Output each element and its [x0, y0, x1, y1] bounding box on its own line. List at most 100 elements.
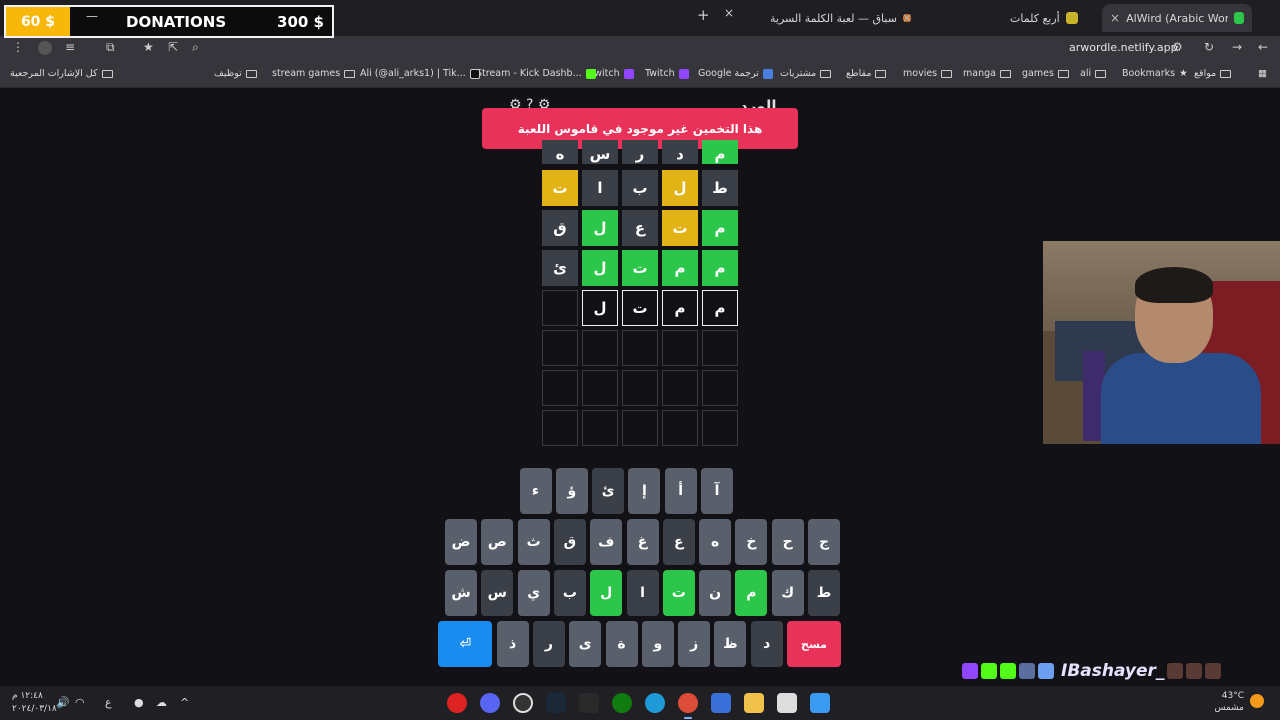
obs-icon[interactable]: [513, 693, 533, 713]
key-button[interactable]: ؤ: [555, 468, 588, 514]
wifi-icon[interactable]: ◠: [75, 696, 85, 709]
bookmark-item[interactable]: Stream - Kick Dashb...: [476, 68, 596, 79]
key-button[interactable]: ل: [590, 570, 623, 616]
xbox-icon[interactable]: [612, 693, 632, 713]
microphone-icon[interactable]: ●: [134, 696, 144, 709]
key-button[interactable]: ص: [481, 519, 514, 565]
clock[interactable]: ١٢:٤٨ م ٢٠٢٤/٠٣/١٨: [12, 690, 57, 716]
epic-icon[interactable]: [579, 693, 599, 713]
key-button[interactable]: ق: [553, 519, 586, 565]
tab-alwird[interactable]: × AlWird (Arabic Wordle) - الورد: [1102, 4, 1252, 32]
key-button[interactable]: ش: [445, 570, 478, 616]
address-bar[interactable]: arwordle.netlify.app: [1069, 41, 1178, 54]
key-button[interactable]: ي: [517, 570, 550, 616]
bookmark-folder[interactable]: توظيف: [214, 68, 257, 79]
forward-icon[interactable]: →: [1232, 40, 1242, 54]
adobe-icon[interactable]: [447, 693, 467, 713]
bookmark-label: Google ترجمة: [698, 68, 759, 79]
tab-search-icon[interactable]: ≡: [65, 40, 75, 54]
key-button[interactable]: ث: [517, 519, 550, 565]
key-button[interactable]: خ: [735, 519, 768, 565]
store-icon[interactable]: [711, 693, 731, 713]
key-button[interactable]: ح: [771, 519, 804, 565]
chrome-icon[interactable]: [678, 693, 698, 719]
all-bookmarks-folder[interactable]: كل الإشارات المرجعية: [10, 68, 113, 79]
key-button[interactable]: م: [735, 570, 768, 616]
board-tile: [662, 330, 698, 366]
key-button[interactable]: إ: [628, 468, 661, 514]
key-button[interactable]: ب: [553, 570, 586, 616]
key-button[interactable]: ف: [590, 519, 623, 565]
profile-icon[interactable]: [38, 41, 52, 55]
key-button[interactable]: ك: [771, 570, 804, 616]
reload-icon[interactable]: ↻: [1204, 40, 1214, 54]
discord-icon[interactable]: [480, 693, 500, 713]
board-tile: ل: [582, 250, 618, 286]
menu-icon[interactable]: ⋮: [12, 40, 24, 54]
key-button[interactable]: ئ: [592, 468, 625, 514]
close-tab-icon[interactable]: ×: [902, 11, 912, 25]
onedrive-icon[interactable]: ☁: [156, 696, 167, 709]
bookmark-folder[interactable]: manga: [963, 68, 1011, 79]
enter-key-button[interactable]: ⏎: [438, 621, 493, 667]
key-button[interactable]: أ: [664, 468, 697, 514]
tab-sibaq[interactable]: × سباق — لعبة الكلمة السرية: [762, 4, 922, 32]
show-hidden-icons[interactable]: ^: [180, 696, 189, 709]
bookmark-item[interactable]: Twitch: [645, 68, 689, 79]
apps-grid-icon[interactable]: ▦: [1258, 68, 1267, 79]
key-button[interactable]: ت: [662, 570, 695, 616]
key-button[interactable]: ر: [532, 621, 565, 667]
steam-icon[interactable]: [546, 693, 566, 713]
volume-icon[interactable]: 🔊: [56, 696, 70, 709]
tab-arba-kalimat[interactable]: أربع كلمات: [1002, 4, 1100, 32]
key-button[interactable]: ز: [678, 621, 711, 667]
bookmark-star-icon[interactable]: ★: [143, 40, 154, 54]
board-tile: ل: [582, 290, 618, 326]
key-button[interactable]: ء: [519, 468, 552, 514]
close-tab-icon[interactable]: ×: [724, 6, 734, 20]
key-button[interactable]: س: [481, 570, 514, 616]
weather-widget[interactable]: 43°C مشمس: [1214, 690, 1244, 714]
language-indicator[interactable]: ع: [105, 696, 112, 709]
bookmark-folder[interactable]: مقاطع: [846, 68, 887, 79]
key-button[interactable]: غ: [626, 519, 659, 565]
bookmark-item[interactable]: Twitch: [590, 68, 634, 79]
bookmark-folder[interactable]: ali: [1080, 68, 1107, 79]
explorer-icon[interactable]: [744, 693, 764, 713]
key-button[interactable]: ذ: [496, 621, 529, 667]
back-icon[interactable]: ←: [1258, 40, 1268, 54]
key-button[interactable]: ن: [699, 570, 732, 616]
new-tab-button[interactable]: +: [697, 6, 710, 24]
key-button[interactable]: ط: [808, 570, 840, 616]
close-tab-icon[interactable]: ×: [1110, 11, 1120, 25]
bookmark-folder[interactable]: movies: [903, 68, 953, 79]
key-button[interactable]: ة: [605, 621, 638, 667]
start-icon[interactable]: [810, 693, 830, 713]
key-button[interactable]: ه: [699, 519, 732, 565]
bookmark-item[interactable]: Bookmarks ★: [1122, 68, 1188, 79]
bookmark-folder[interactable]: stream games: [272, 68, 356, 79]
search-icon[interactable]: ⌕: [192, 40, 199, 55]
bookmark-item[interactable]: Ali (@ali_arks1) | Tik...: [360, 68, 480, 79]
file-icon[interactable]: [777, 693, 797, 713]
bookmark-folder[interactable]: games: [1022, 68, 1069, 79]
key-button[interactable]: د: [750, 621, 783, 667]
key-button[interactable]: ا: [626, 570, 659, 616]
delete-key-button[interactable]: مسح: [787, 621, 841, 667]
bookmark-folder[interactable]: مواقع: [1194, 68, 1232, 79]
key-button[interactable]: ض: [445, 519, 478, 565]
browser-toolbar: ← → ↻ ⚙ arwordle.netlify.app ⌕ ⇱ ★ ⧉ ≡ ⋮: [0, 36, 1280, 62]
extensions-icon[interactable]: ⧉: [106, 40, 115, 55]
key-button[interactable]: ى: [569, 621, 602, 667]
key-button[interactable]: ظ: [714, 621, 747, 667]
key-button[interactable]: ج: [808, 519, 840, 565]
key-button[interactable]: آ: [701, 468, 733, 514]
share-icon[interactable]: ⇱: [168, 40, 178, 54]
translate-icon: [762, 68, 773, 79]
bookmark-item[interactable]: Google ترجمة: [698, 68, 773, 79]
key-button[interactable]: و: [641, 621, 674, 667]
bookmark-folder[interactable]: مشتريات: [780, 68, 832, 79]
bookmark-label: كل الإشارات المرجعية: [10, 68, 98, 79]
key-button[interactable]: ع: [662, 519, 695, 565]
edge-icon[interactable]: [645, 693, 665, 713]
